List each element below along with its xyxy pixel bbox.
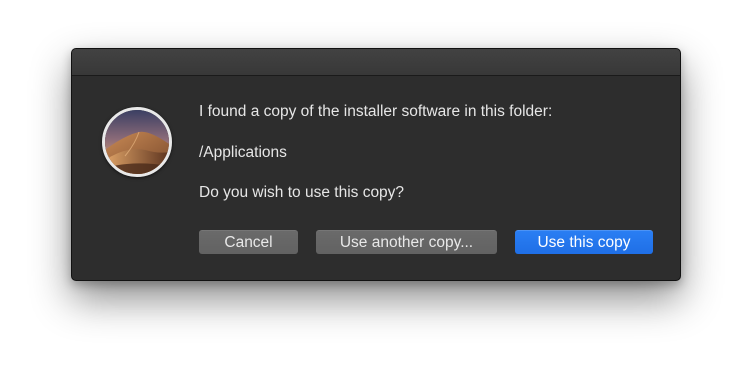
message-text: I found a copy of the installer software… bbox=[199, 103, 553, 120]
use-this-copy-button[interactable]: Use this copy bbox=[515, 230, 653, 254]
screen: I found a copy of the installer software… bbox=[0, 0, 750, 374]
use-another-copy-button[interactable]: Use another copy... bbox=[316, 230, 497, 254]
question-text: Do you wish to use this copy? bbox=[199, 184, 405, 201]
folder-path-text: /Applications bbox=[199, 144, 287, 161]
cancel-button[interactable]: Cancel bbox=[199, 230, 298, 254]
macos-mojave-installer-icon bbox=[102, 107, 172, 177]
dialog-titlebar[interactable] bbox=[72, 49, 680, 76]
installer-alert-dialog: I found a copy of the installer software… bbox=[71, 48, 681, 281]
